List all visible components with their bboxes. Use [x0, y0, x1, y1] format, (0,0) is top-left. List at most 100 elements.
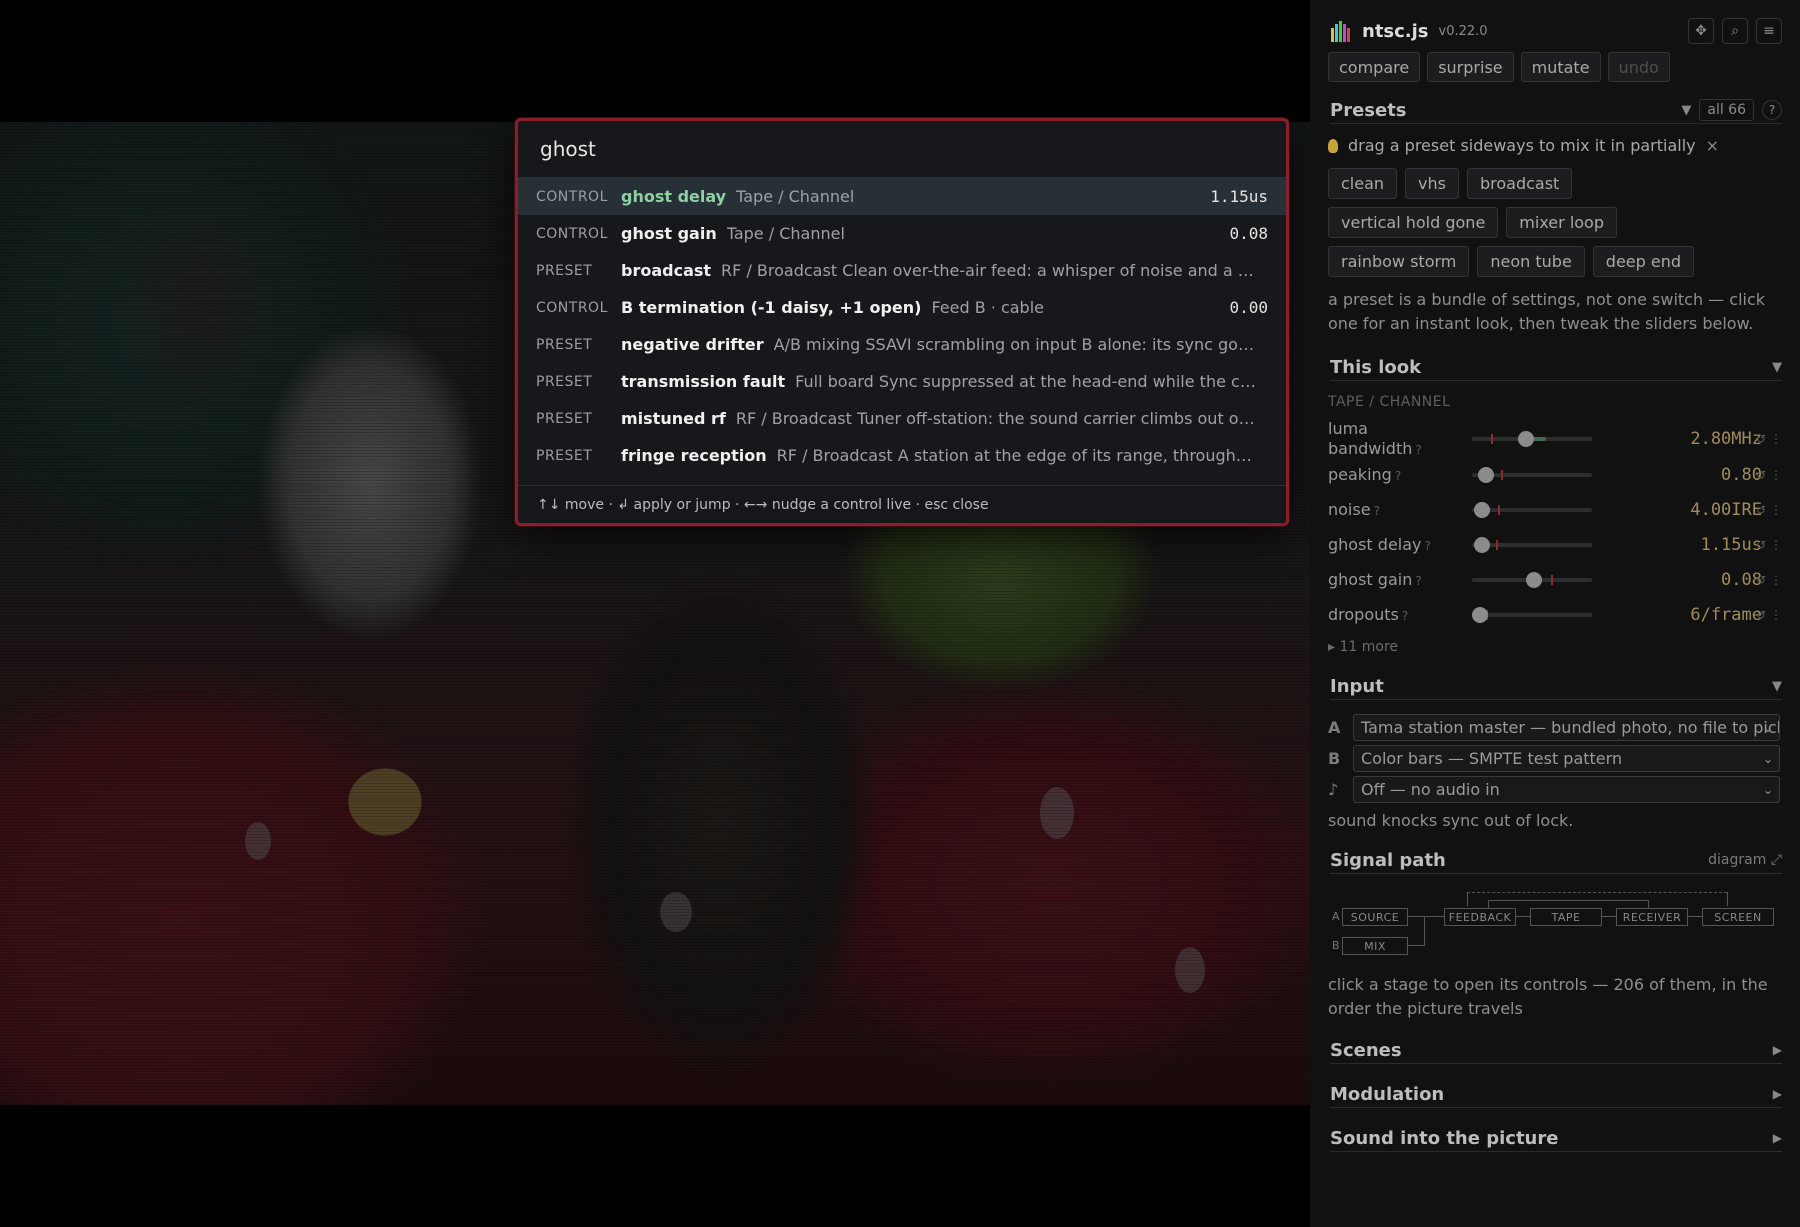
stage-feedback[interactable]: FEEDBACK	[1444, 908, 1516, 926]
input-select[interactable]: Color bars — SMPTE test pattern ⌄	[1353, 745, 1780, 772]
input-row: A Tama station master — bundled photo, no…	[1328, 714, 1780, 741]
collapse-icon[interactable]: ▼	[1772, 679, 1782, 694]
move-icon[interactable]: ✥	[1688, 18, 1714, 44]
expand-icon[interactable]: ▶	[1773, 1131, 1782, 1145]
slider-track[interactable]	[1472, 431, 1592, 447]
reset-icon[interactable]: ↺ ⋮	[1756, 432, 1782, 446]
stage-tape[interactable]: TAPE	[1530, 908, 1602, 926]
slider-label-text: dropouts	[1328, 604, 1399, 624]
connector	[1467, 892, 1468, 906]
palette-result[interactable]: PRESET negative drifter A/B mixing SSAVI s…	[518, 326, 1286, 363]
expand-icon[interactable]: ▶	[1773, 1087, 1782, 1101]
slider-track[interactable]	[1472, 502, 1592, 518]
preset-button[interactable]: vhs	[1405, 168, 1459, 199]
help-icon[interactable]: ?	[1425, 539, 1431, 553]
preset-button[interactable]: neon tube	[1477, 246, 1585, 277]
connector	[1602, 916, 1616, 917]
palette-result[interactable]: CONTROL ghost delay Tape / Channel 1.15us	[518, 178, 1286, 215]
slider-knob[interactable]	[1518, 431, 1534, 447]
presets-header[interactable]: Presets ▼ all 66 ?	[1330, 97, 1782, 124]
palette-result[interactable]: CONTROL ghost gain Tape / Channel 0.08	[518, 215, 1286, 252]
stage-source[interactable]: SOURCE	[1342, 908, 1408, 926]
input-select[interactable]: Off — no audio in ⌄	[1353, 776, 1780, 803]
result-kind: PRESET	[536, 447, 593, 464]
look-title: This look	[1330, 356, 1422, 378]
scenes-header[interactable]: Scenes ▶	[1330, 1037, 1782, 1064]
slider-value: 2.80MHz	[1690, 429, 1762, 449]
preset-button[interactable]: vertical hold gone	[1328, 207, 1499, 238]
lightbulb-icon	[1328, 138, 1338, 153]
slider-default-tick	[1491, 434, 1494, 444]
help-icon[interactable]: ?	[1415, 574, 1421, 588]
slider-track[interactable]	[1472, 607, 1592, 623]
modulation-header[interactable]: Modulation ▶	[1330, 1081, 1782, 1108]
slider-track[interactable]	[1472, 467, 1592, 483]
input-key: A	[1328, 718, 1341, 737]
sound-header[interactable]: Sound into the picture ▶	[1330, 1125, 1782, 1152]
reset-icon[interactable]: ↺ ⋮	[1756, 608, 1782, 622]
reset-icon[interactable]: ↺ ⋮	[1756, 538, 1782, 552]
connector	[1516, 916, 1530, 917]
more-toggle[interactable]: ▸ 11 more	[1328, 639, 1398, 655]
connector	[1488, 900, 1648, 901]
stage-receiver[interactable]: RECEIVER	[1616, 908, 1688, 926]
palette-result[interactable]: PRESET mistuned rf RF / Broadcast Tuner of…	[518, 400, 1286, 437]
input-select[interactable]: Tama station master — bundled photo, no …	[1353, 714, 1780, 741]
header-actions: ✥ ⌕ ≡	[1688, 18, 1782, 44]
slider-knob[interactable]	[1478, 467, 1495, 483]
toolbar: compare surprise mutate undo	[1328, 52, 1670, 82]
preset-button[interactable]: deep end	[1592, 246, 1695, 277]
close-icon[interactable]: ×	[1706, 136, 1719, 155]
slider-track[interactable]	[1472, 537, 1592, 553]
slider-track[interactable]	[1472, 572, 1592, 588]
slider-knob[interactable]	[1473, 537, 1490, 553]
preset-button[interactable]: broadcast	[1466, 168, 1573, 199]
search-icon[interactable]: ⌕	[1722, 18, 1748, 44]
palette-results: CONTROL ghost delay Tape / Channel 1.15us CO…	[518, 178, 1286, 474]
help-icon[interactable]: ?	[1402, 609, 1408, 623]
preset-button[interactable]: clean	[1328, 168, 1398, 199]
slider-label-text: noise	[1328, 499, 1371, 519]
preset-filter[interactable]: all 66	[1699, 99, 1754, 121]
scenes-title: Scenes	[1330, 1039, 1402, 1061]
help-icon[interactable]: ?	[1762, 100, 1782, 120]
help-icon[interactable]: ?	[1415, 443, 1421, 457]
slider-label-text: luma bandwidth	[1328, 418, 1413, 458]
palette-result[interactable]: PRESET fringe reception RF / Broadcast A s…	[518, 437, 1286, 474]
help-icon[interactable]: ?	[1395, 469, 1401, 483]
signal-header[interactable]: Signal path diagram ⤢	[1330, 847, 1782, 874]
palette-result[interactable]: PRESET broadcast RF / Broadcast Clean over…	[518, 252, 1286, 289]
stage-mix[interactable]: MIX	[1342, 937, 1408, 955]
mutate-button[interactable]: mutate	[1520, 52, 1601, 82]
surprise-button[interactable]: surprise	[1427, 52, 1514, 82]
slider-row: dropouts? 6/frame ↺ ⋮	[1328, 601, 1788, 629]
slider-knob[interactable]	[1472, 607, 1489, 623]
look-header[interactable]: This look ▼	[1330, 354, 1782, 381]
result-kind: PRESET	[536, 336, 593, 353]
slider-knob[interactable]	[1526, 572, 1543, 588]
stage-screen[interactable]: SCREEN	[1702, 908, 1774, 926]
reset-icon[interactable]: ↺ ⋮	[1756, 468, 1782, 482]
preset-button[interactable]: rainbow storm	[1328, 246, 1470, 277]
collapse-icon[interactable]: ▼	[1772, 360, 1782, 375]
collapse-icon[interactable]: ▼	[1681, 103, 1691, 118]
result-name: transmission fault	[621, 372, 786, 391]
menu-icon[interactable]: ≡	[1756, 18, 1782, 44]
help-icon[interactable]: ?	[1374, 504, 1380, 518]
slider-knob[interactable]	[1473, 502, 1490, 518]
preset-list: clean vhs broadcast vertical hold gone mixer…	[1328, 168, 1748, 277]
compare-button[interactable]: compare	[1328, 52, 1421, 82]
reset-icon[interactable]: ↺ ⋮	[1756, 573, 1782, 587]
palette-result[interactable]: PRESET transmission fault Full board Sync …	[518, 363, 1286, 400]
palette-result[interactable]: CONTROL B termination (-1 daisy, +1 open)…	[518, 289, 1286, 326]
diagram-link[interactable]: diagram ⤢	[1708, 852, 1782, 868]
slider-row: ghost delay? 1.15us ↺ ⋮	[1328, 531, 1788, 559]
reset-icon[interactable]: ↺ ⋮	[1756, 503, 1782, 517]
result-description: Tape / Channel	[726, 224, 845, 243]
undo-button[interactable]: undo	[1607, 52, 1670, 82]
preset-button[interactable]: mixer loop	[1506, 207, 1617, 238]
result-name: ghost gain	[621, 224, 717, 243]
expand-icon[interactable]: ▶	[1773, 1043, 1782, 1057]
palette-search-input[interactable]	[538, 136, 1266, 162]
input-header[interactable]: Input ▼	[1330, 673, 1782, 700]
